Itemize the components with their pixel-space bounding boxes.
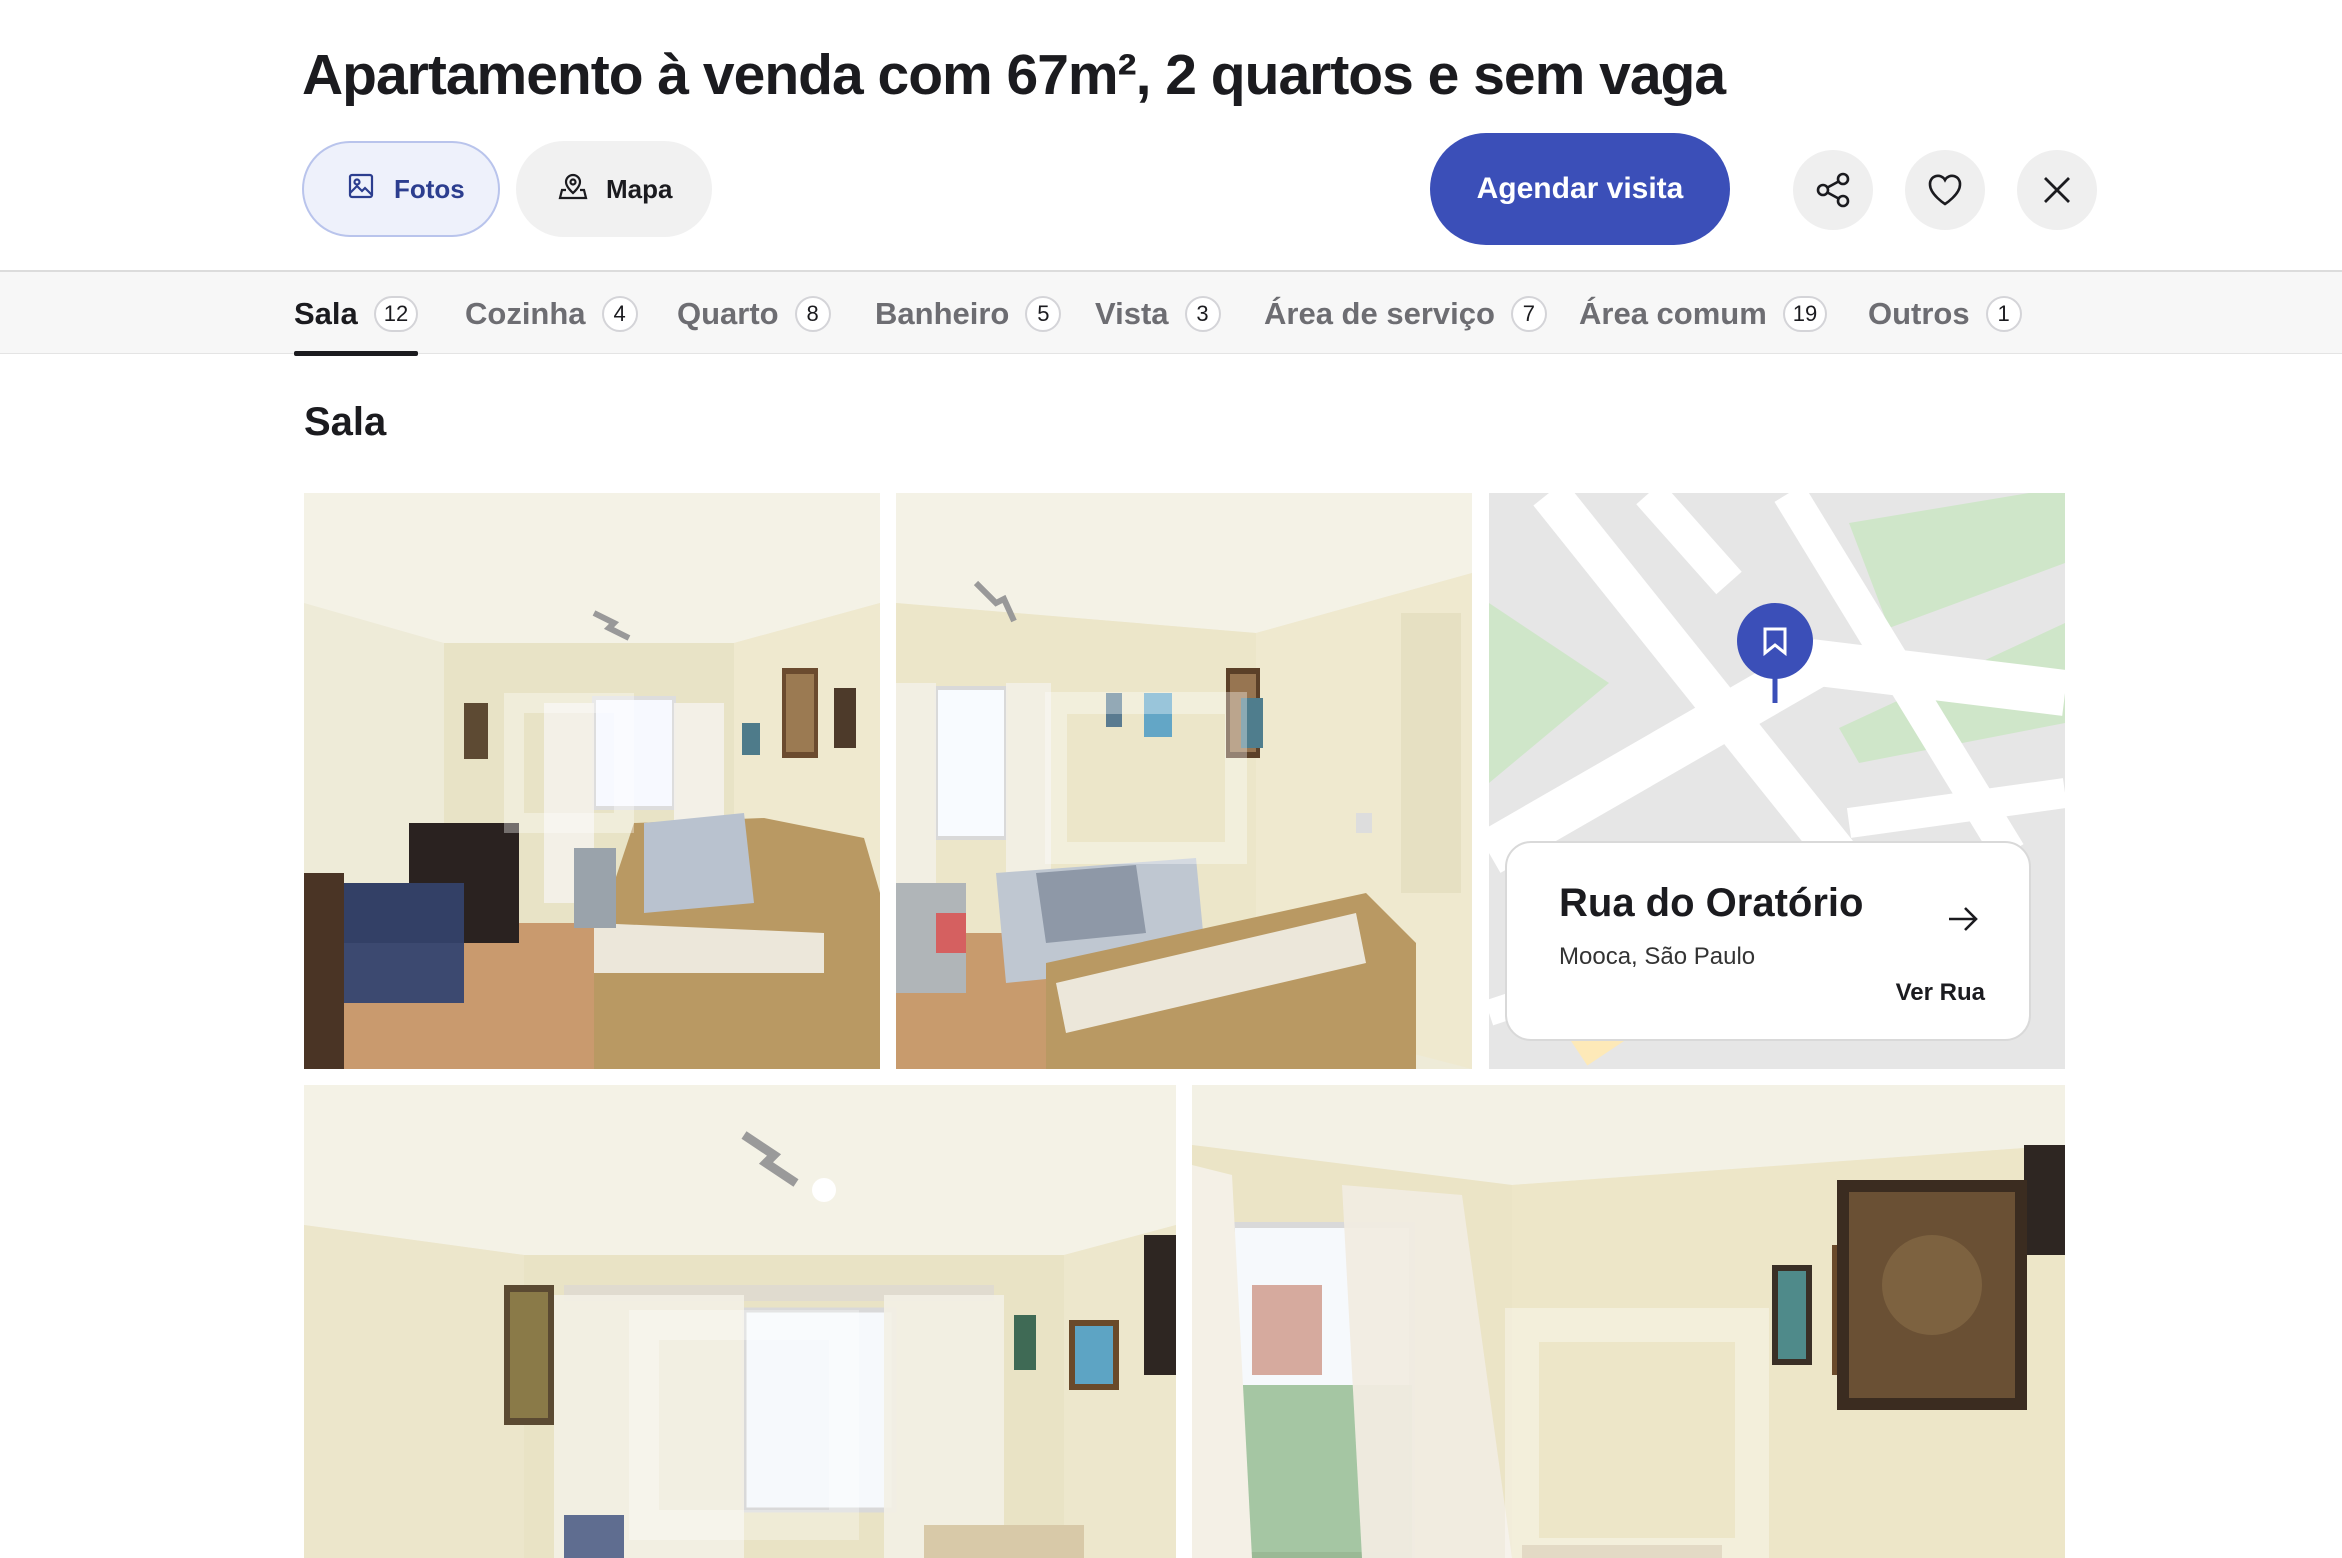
favorite-button[interactable]	[1905, 150, 1985, 230]
tab-count: 5	[1025, 296, 1062, 332]
room-photo[interactable]	[304, 493, 880, 1069]
room-photo[interactable]	[304, 1085, 1176, 1558]
tab-label: Outros	[1868, 296, 1970, 331]
room-tabs: Sala 12 Cozinha 4 Quarto 8 Banheiro 5 Vi…	[0, 270, 2342, 356]
close-icon	[2044, 177, 2070, 203]
tab-vista[interactable]: Vista 3	[1095, 272, 1221, 356]
tab-count: 7	[1510, 296, 1547, 332]
tab-banheiro[interactable]: Banheiro 5	[875, 272, 1062, 356]
tab-label: Área comum	[1579, 296, 1767, 331]
tab-count: 4	[601, 296, 638, 332]
tab-cozinha[interactable]: Cozinha 4	[465, 272, 638, 356]
mapa-button[interactable]: Mapa	[516, 141, 712, 237]
tab-label: Quarto	[677, 296, 779, 331]
tab-count: 3	[1184, 296, 1221, 332]
location-pin-icon	[1737, 603, 1813, 703]
close-button[interactable]	[2017, 150, 2097, 230]
fotos-label: Fotos	[394, 173, 465, 204]
heart-icon	[1928, 174, 1962, 206]
tab-outros[interactable]: Outros 1	[1868, 272, 2022, 356]
room-photo[interactable]	[1192, 1085, 2065, 1558]
tab-area-de-servico[interactable]: Área de serviço 7	[1264, 272, 1547, 356]
fotos-button[interactable]: Fotos	[302, 141, 500, 237]
tab-label: Banheiro	[875, 296, 1010, 331]
tab-count: 19	[1782, 296, 1828, 332]
tab-count: 1	[1985, 296, 2022, 332]
street-map[interactable]: Rua do Oratório Mooca, São Paulo Ver Rua	[1489, 493, 2065, 1069]
tab-label: Vista	[1095, 296, 1169, 331]
tab-label: Cozinha	[465, 296, 586, 331]
room-photo[interactable]	[896, 493, 1472, 1069]
image-icon	[346, 171, 376, 208]
tab-label: Área de serviço	[1264, 296, 1495, 331]
tab-count: 12	[373, 296, 419, 332]
street-name: Rua do Oratório	[1559, 881, 1864, 925]
ver-rua-link[interactable]: Ver Rua	[1896, 979, 1985, 1007]
page-title: Apartamento à venda com 67m², 2 quartos …	[302, 43, 1726, 107]
tab-count: 8	[794, 296, 831, 332]
street-card[interactable]: Rua do Oratório Mooca, São Paulo Ver Rua	[1505, 841, 2031, 1041]
tab-label: Sala	[294, 296, 358, 331]
arrow-right-icon	[1949, 907, 1978, 931]
schedule-visit-button[interactable]: Agendar visita	[1430, 133, 1730, 245]
map-pin-icon	[558, 171, 588, 208]
share-icon	[1816, 172, 1850, 208]
share-button[interactable]	[1793, 150, 1873, 230]
tab-sala[interactable]: Sala 12	[294, 272, 419, 356]
tab-quarto[interactable]: Quarto 8	[677, 272, 831, 356]
section-title: Sala	[304, 400, 387, 444]
tab-area-comum[interactable]: Área comum 19	[1579, 272, 1828, 356]
mapa-label: Mapa	[606, 173, 673, 204]
header: Apartamento à venda com 67m², 2 quartos …	[0, 0, 2342, 270]
neighborhood: Mooca, São Paulo	[1559, 943, 1756, 970]
